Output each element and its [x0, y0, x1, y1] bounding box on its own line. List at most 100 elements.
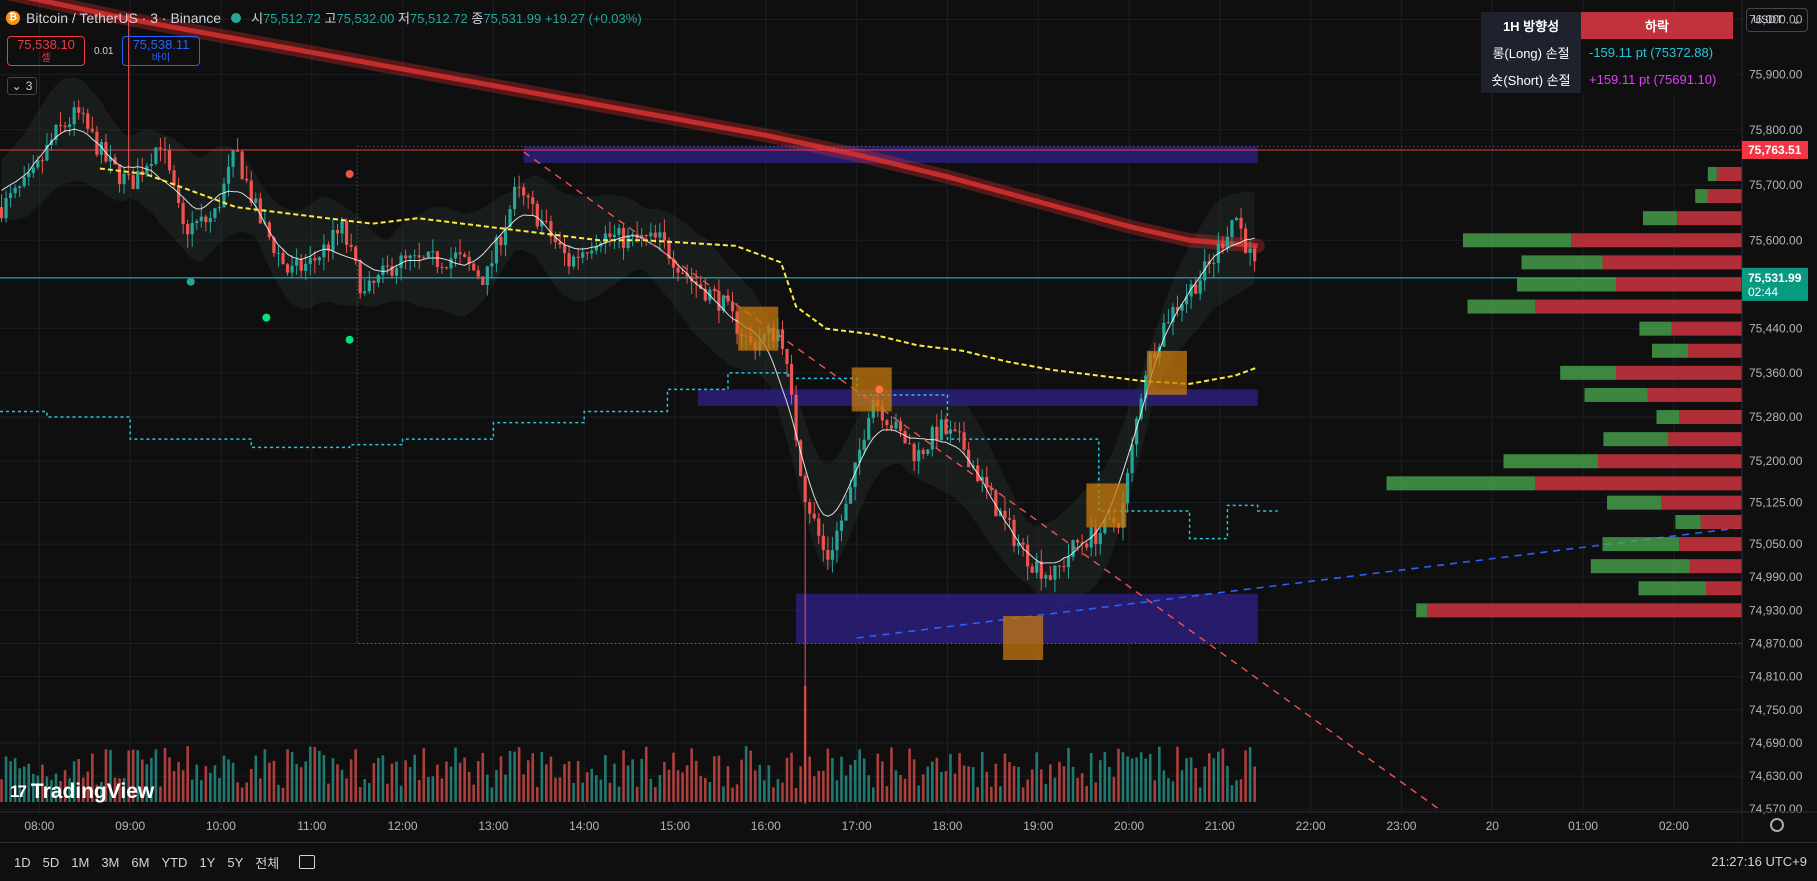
- profile-buy-bar: [1602, 537, 1679, 552]
- volume-bar: [753, 770, 757, 802]
- low-value: 75,512.72: [409, 11, 468, 26]
- range-5d-button[interactable]: 5D: [43, 855, 60, 870]
- x-tick-label: 18:00: [932, 819, 962, 833]
- candle-body: [780, 329, 785, 349]
- volume-bar: [1098, 760, 1102, 802]
- candle-body: [458, 252, 462, 255]
- gear-icon[interactable]: [1770, 818, 1784, 832]
- symbol-legend[interactable]: ₿ Bitcoin / TetherUS · 3 · Binance 시75,5…: [6, 8, 642, 27]
- candle-body: [313, 258, 317, 261]
- volume-bar: [617, 786, 621, 802]
- volume-bar: [377, 757, 380, 802]
- volume-bar: [1226, 765, 1229, 802]
- volume-bar: [672, 752, 675, 802]
- candle-body: [835, 530, 839, 551]
- indicators-toggle-button[interactable]: ⌄ 3: [7, 77, 37, 95]
- signal-dot: [875, 385, 884, 394]
- volume-bar: [1198, 787, 1202, 802]
- volume-bar: [1126, 756, 1129, 802]
- candle-body: [658, 232, 662, 238]
- range-3m-button[interactable]: 3M: [101, 855, 119, 870]
- range-ytd-button[interactable]: YTD: [161, 855, 187, 870]
- candle-body: [930, 426, 934, 450]
- volume-bar: [1026, 779, 1029, 802]
- volume-bar: [794, 787, 798, 802]
- volume-bar: [881, 761, 884, 802]
- candle-body: [903, 431, 907, 444]
- volume-bar: [967, 766, 970, 802]
- currency-selector[interactable]: USDT ⌄: [1746, 8, 1808, 32]
- volume-bar: [1062, 766, 1066, 802]
- volume-bar: [1080, 773, 1084, 802]
- candle-body: [617, 228, 621, 235]
- candle-body: [127, 173, 131, 176]
- calendar-icon[interactable]: [299, 855, 316, 869]
- profile-buy-bar: [1416, 603, 1427, 618]
- volume-bar: [613, 763, 616, 802]
- volume-bar: [772, 787, 775, 802]
- symbol-title[interactable]: Bitcoin / TetherUS · 3 · Binance: [26, 10, 221, 26]
- candle-body: [572, 256, 576, 267]
- profile-sell-bar: [1716, 167, 1742, 181]
- candle-body: [1194, 284, 1198, 294]
- candle-body: [449, 258, 453, 269]
- profile-sell-bar: [1598, 454, 1742, 469]
- volume-bar: [713, 756, 716, 802]
- volume-bar: [322, 754, 326, 802]
- signal-dot: [345, 170, 354, 178]
- volume-bar: [640, 758, 644, 802]
- candle-body: [77, 107, 81, 113]
- clock[interactable]: 21:27:16 UTC+9: [1711, 854, 1807, 869]
- volume-bar: [1171, 781, 1175, 802]
- volume-bar: [227, 759, 230, 802]
- volume-bar: [381, 755, 385, 802]
- range-all-button[interactable]: 전체: [255, 853, 279, 872]
- candle-body: [340, 220, 344, 234]
- volume-bar: [218, 778, 221, 802]
- volume-bar: [980, 751, 984, 802]
- volume-bar: [926, 766, 930, 802]
- profile-buy-bar: [1652, 343, 1688, 358]
- buy-button[interactable]: 75,538.11 바이: [122, 36, 200, 66]
- sell-button[interactable]: 75,538.10 셀: [7, 36, 85, 66]
- sell-label: 셀: [41, 53, 51, 64]
- volume-bar: [1058, 761, 1061, 802]
- range-1d-button[interactable]: 1D: [14, 855, 31, 870]
- volume-bar: [427, 776, 430, 802]
- range-5y-button[interactable]: 5Y: [227, 855, 243, 870]
- volume-bar: [1217, 751, 1220, 802]
- candle-body: [585, 252, 589, 254]
- candle-body: [590, 250, 594, 254]
- volume-bar: [363, 779, 367, 802]
- candle-body: [962, 432, 966, 450]
- volume-bar: [790, 752, 793, 802]
- profile-buy-bar: [1584, 387, 1648, 402]
- range-1m-button[interactable]: 1M: [71, 855, 89, 870]
- range-6m-button[interactable]: 6M: [131, 855, 149, 870]
- volume-bar: [508, 750, 512, 802]
- candle-body: [413, 255, 417, 257]
- volume-bar: [0, 779, 3, 802]
- candle-body: [1075, 540, 1080, 543]
- volume-bar: [853, 759, 857, 802]
- candle-body: [1225, 236, 1230, 249]
- price-chart[interactable]: 76,000.0075,900.0075,800.0075,700.0075,6…: [0, 0, 1817, 842]
- candle-body: [167, 150, 172, 171]
- range-1y-button[interactable]: 1Y: [199, 855, 215, 870]
- close-label: 종: [471, 11, 484, 26]
- x-tick-label: 08:00: [24, 819, 54, 833]
- volume-bar: [517, 747, 521, 802]
- volume-bar: [1003, 753, 1007, 802]
- long-stop-label: 롱(Long) 손절: [1481, 39, 1581, 66]
- volume-bar: [862, 758, 866, 802]
- candle-body: [426, 251, 430, 258]
- profile-buy-bar: [1656, 410, 1679, 425]
- profile-sell-bar: [1688, 343, 1742, 358]
- tradingview-logo[interactable]: 17 TradingView: [10, 780, 154, 804]
- profile-sell-bar: [1671, 321, 1742, 336]
- bitcoin-icon: ₿: [6, 10, 20, 25]
- volume-bar: [222, 755, 226, 802]
- candle-body: [354, 246, 358, 261]
- candle-body: [944, 419, 948, 434]
- volume-bar: [876, 753, 880, 802]
